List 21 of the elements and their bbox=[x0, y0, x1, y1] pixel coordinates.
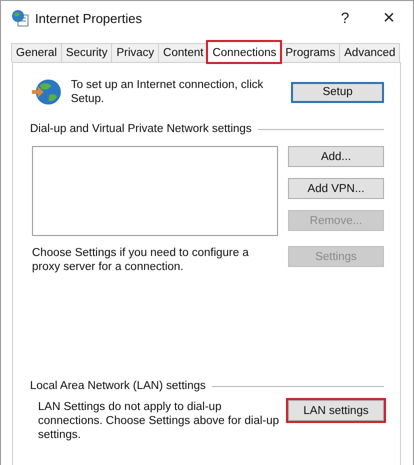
lan-instructions: LAN Settings do not apply to dial-up connections. Choose Settings above for dial-up settings. bbox=[38, 400, 280, 442]
connections-list[interactable] bbox=[32, 146, 278, 236]
setup-instructions: To set up an Internet connection, click Setup. bbox=[70, 78, 264, 106]
tab[interactable]: Content bbox=[158, 43, 208, 62]
window-title: Internet Properties bbox=[35, 10, 143, 26]
dialup-button[interactable]: Add... bbox=[288, 146, 384, 167]
setup-button[interactable]: Setup bbox=[291, 82, 384, 102]
help-button[interactable]: ? bbox=[323, 3, 367, 33]
tab[interactable]: Privacy bbox=[111, 43, 160, 62]
dialup-button[interactable]: Add VPN... bbox=[288, 178, 384, 199]
tab[interactable]: Connections bbox=[207, 41, 282, 63]
close-button[interactable]: × bbox=[367, 3, 411, 33]
globe-page-icon bbox=[11, 9, 29, 27]
tab[interactable]: Advanced bbox=[339, 43, 400, 62]
tab[interactable]: General bbox=[11, 43, 62, 62]
lan-settings-button[interactable]: LAN settings bbox=[288, 400, 384, 421]
proxy-instructions: Choose Settings if you need to configure a proxy server for a connection. bbox=[32, 246, 250, 274]
section-heading: Local Area Network (LAN) settings bbox=[30, 380, 206, 392]
tab[interactable]: Security bbox=[60, 43, 112, 62]
tab[interactable]: Programs bbox=[280, 43, 340, 62]
section-heading: Dial-up and Virtual Private Network settings bbox=[30, 123, 252, 135]
